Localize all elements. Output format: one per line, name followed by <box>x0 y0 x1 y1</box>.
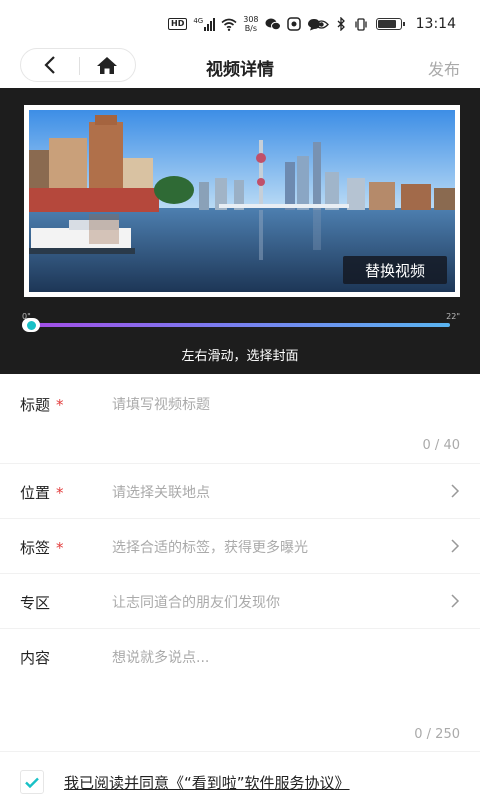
required-mark: * <box>56 539 64 557</box>
chevron-right-icon <box>451 594 460 608</box>
agreement-row: 我已阅读并同意《“看到啦”软件服务协议》 <box>0 752 480 800</box>
required-mark: * <box>56 396 64 414</box>
wifi-icon <box>221 18 237 31</box>
status-time: 13:14 <box>415 16 456 32</box>
title-field-row: 标题 * 请填写视频标题 0 / 40 <box>0 374 480 464</box>
app-notification-icon <box>286 17 301 31</box>
tags-picker[interactable]: 选择合适的标签，获得更多曝光 <box>112 537 308 557</box>
battery-icon <box>375 18 405 30</box>
wechat-icon <box>265 18 281 30</box>
tags-label: 标签 * <box>20 539 64 557</box>
title-input[interactable]: 请填写视频标题 <box>112 394 210 414</box>
status-left-icons: HD 4G 308 B/s <box>168 14 321 34</box>
cover-time-end: 22" <box>446 312 460 321</box>
slider-handle-dot <box>26 320 36 330</box>
zone-picker[interactable]: 让志同道合的朋友们发现你 <box>112 592 280 612</box>
location-field-row[interactable]: 位置 * 请选择关联地点 <box>0 464 480 519</box>
vibrate-icon <box>354 17 367 31</box>
title-char-count: 0 / 40 <box>422 438 460 453</box>
agreement-link[interactable]: 我已阅读并同意《“看到啦”软件服务协议》 <box>64 772 350 793</box>
publish-button[interactable]: 发布 <box>428 56 460 80</box>
video-thumbnail-frame: 替换视频 <box>24 105 460 297</box>
bluetooth-icon <box>337 17 345 31</box>
zone-field-row[interactable]: 专区 让志同道合的朋友们发现你 <box>0 574 480 629</box>
status-right-icons: 13:14 <box>313 14 456 34</box>
net-speed: 308 B/s <box>243 15 259 33</box>
content-label: 内容 <box>20 649 51 667</box>
cover-slider-handle[interactable] <box>22 318 40 332</box>
video-thumbnail[interactable]: 替换视频 <box>29 110 455 292</box>
hd-badge: HD <box>168 18 188 30</box>
checkmark-icon <box>25 777 39 788</box>
replace-video-button[interactable]: 替换视频 <box>343 256 447 284</box>
title-label: 标题 * <box>20 396 64 414</box>
content-char-count: 0 / 250 <box>414 727 460 742</box>
eye-icon <box>313 19 329 29</box>
content-textarea[interactable]: 想说就多说点... <box>112 647 209 667</box>
cover-slider-track[interactable] <box>28 323 450 327</box>
location-picker[interactable]: 请选择关联地点 <box>112 482 210 502</box>
required-mark: * <box>56 484 64 502</box>
content-field-row: 内容 想说就多说点... 0 / 250 <box>0 629 480 752</box>
nav-bar: 视频详情 发布 <box>0 46 480 86</box>
chevron-right-icon <box>451 484 460 498</box>
tags-field-row[interactable]: 标签 * 选择合适的标签，获得更多曝光 <box>0 519 480 574</box>
signal-icon: 4G <box>193 17 216 31</box>
cover-slider-hint: 左右滑动，选择封面 <box>181 349 299 364</box>
video-cover-area: 替换视频 0" 22" 左右滑动，选择封面 <box>0 88 480 374</box>
page-title: 视频详情 <box>206 60 274 80</box>
chevron-right-icon <box>451 539 460 553</box>
zone-label: 专区 <box>20 594 51 612</box>
status-bar: HD 4G 308 B/s 13:14 <box>0 0 480 46</box>
agreement-checkbox[interactable] <box>20 770 44 794</box>
net-type: 4G <box>193 17 204 25</box>
location-label: 位置 * <box>20 484 64 502</box>
